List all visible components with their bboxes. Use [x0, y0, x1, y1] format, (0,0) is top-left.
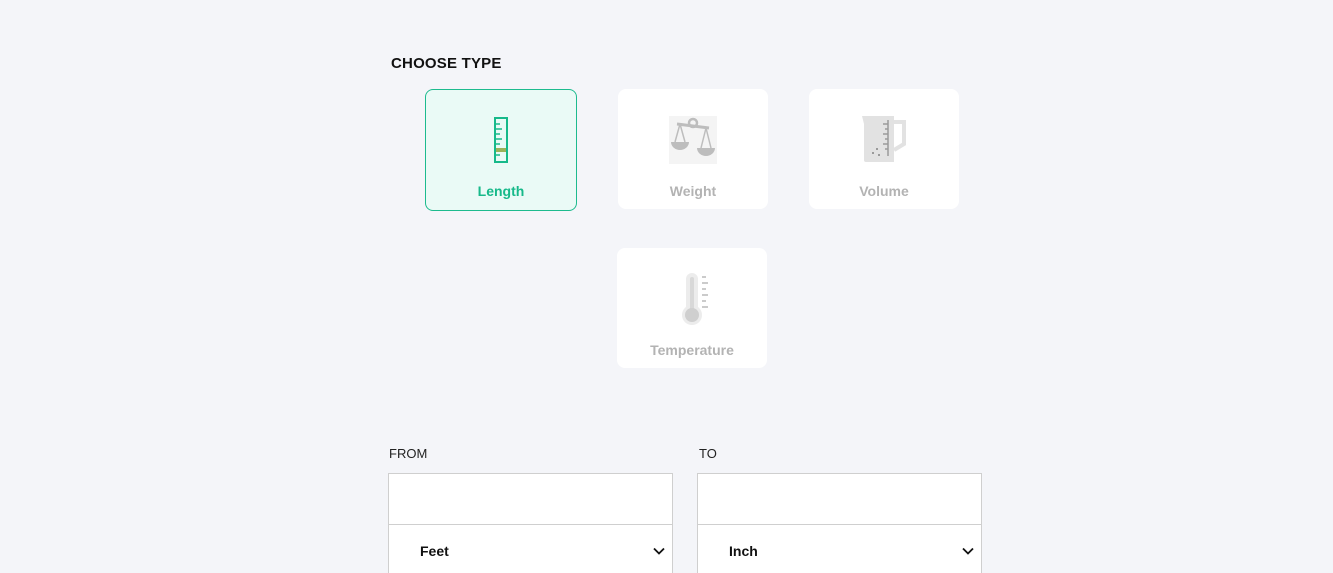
ruler-icon [475, 114, 527, 166]
from-label: FROM [389, 446, 428, 461]
to-unit-select[interactable]: Inch [698, 525, 981, 573]
to-value-input[interactable] [698, 474, 981, 525]
choose-type-heading: CHOOSE TYPE [391, 55, 502, 72]
measuring-jug-icon [858, 114, 910, 166]
from-converter: Feet [388, 473, 673, 573]
type-label-weight: Weight [669, 183, 717, 199]
type-label-temperature: Temperature [650, 342, 734, 358]
type-card-temperature[interactable]: Temperature [617, 248, 767, 368]
type-label-length: Length [477, 183, 525, 199]
chevron-down-icon [961, 544, 975, 558]
type-label-volume: Volume [859, 183, 909, 199]
from-unit-select[interactable]: Feet [389, 525, 672, 573]
unit-converter-page: CHOOSE TYPE Length Weight Volume Tempera… [0, 0, 1333, 573]
scale-icon [667, 114, 719, 166]
type-card-length[interactable]: Length [425, 89, 577, 211]
thermometer-icon [666, 273, 718, 325]
chevron-down-icon [652, 544, 666, 558]
from-unit-value: Feet [420, 543, 449, 559]
type-card-volume[interactable]: Volume [809, 89, 959, 209]
to-converter: Inch [697, 473, 982, 573]
from-value-input[interactable] [389, 474, 672, 525]
to-unit-value: Inch [729, 543, 758, 559]
type-card-weight[interactable]: Weight [618, 89, 768, 209]
to-label: TO [699, 446, 717, 461]
